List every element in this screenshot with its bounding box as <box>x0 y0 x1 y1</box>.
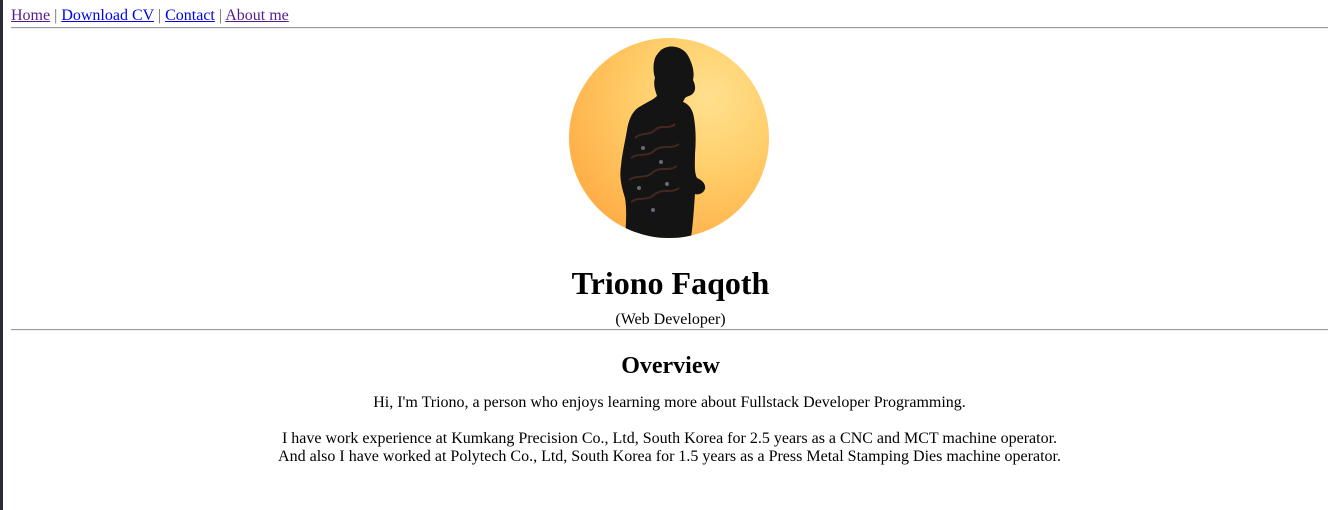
nav-link-about-me[interactable]: About me <box>225 7 289 24</box>
profile-role: (Web Developer) <box>615 311 726 328</box>
section-divider <box>11 329 1328 331</box>
nav-link-contact[interactable]: Contact <box>165 7 215 24</box>
nav-link-download-cv[interactable]: Download CV <box>61 7 154 24</box>
nav-separator: | <box>54 7 58 24</box>
profile-avatar <box>568 38 769 238</box>
page: Home | Download CV | Contact | About me <box>11 0 1328 466</box>
nav-link-home[interactable]: Home <box>11 7 50 24</box>
nav-separator: | <box>157 7 162 24</box>
nav-divider <box>11 27 1328 29</box>
overview-heading: Overview <box>621 353 720 379</box>
person-silhouette-icon <box>619 46 705 238</box>
profile-name: Triono Faqoth <box>571 265 770 301</box>
overview-intro: Hi, I'm Triono, a person who enjoys lear… <box>373 394 966 411</box>
window-left-edge <box>0 0 3 510</box>
top-nav: Home | Download CV | Contact | About me <box>11 7 1328 27</box>
overview-experience: I have work experience at Kumkang Precis… <box>11 430 1328 466</box>
nav-separator: | <box>218 7 223 24</box>
experience-line-polytech: And also I have worked at Polytech Co., … <box>278 448 1061 465</box>
experience-line-kumkang: I have work experience at Kumkang Precis… <box>281 430 1058 447</box>
